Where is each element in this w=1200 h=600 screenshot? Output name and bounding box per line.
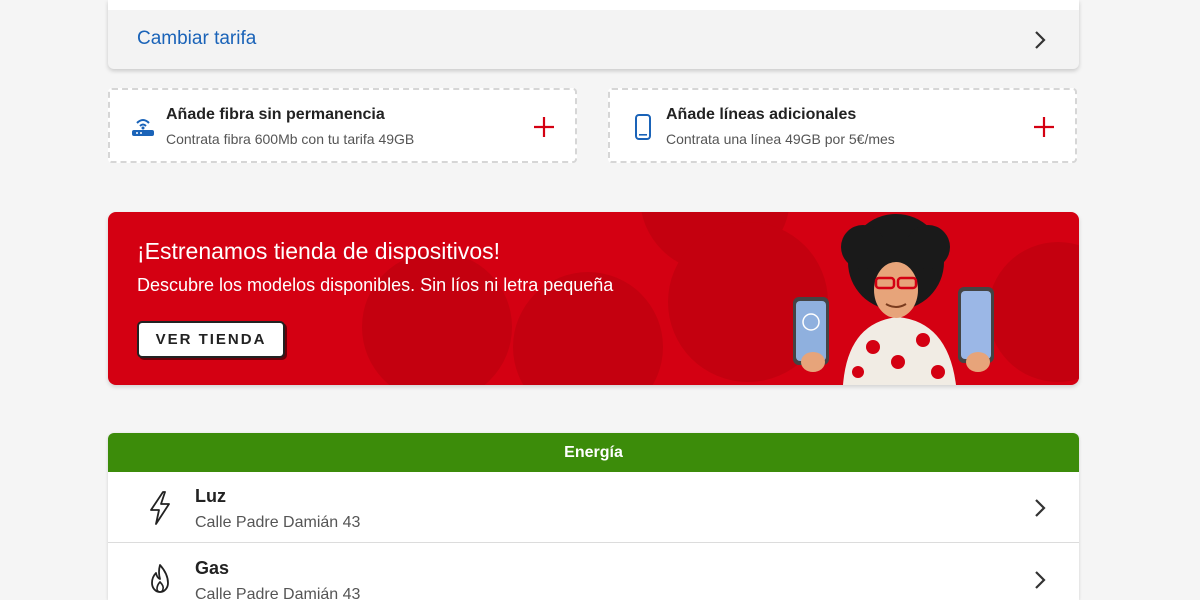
add-fiber-title: Añade fibra sin permanencia — [166, 106, 385, 123]
row-address: Calle Padre Damián 43 — [195, 586, 361, 600]
banner-title: ¡Estrenamos tienda de dispositivos! — [137, 238, 501, 264]
energy-header: Energía — [108, 433, 1079, 472]
add-lines-subtitle: Contrata una línea 49GB por 5€/mes — [666, 131, 895, 147]
lightning-icon — [146, 490, 174, 526]
add-fiber-card[interactable]: Añade fibra sin permanencia Contrata fib… — [108, 88, 577, 163]
phone-icon — [630, 114, 656, 140]
add-lines-title: Añade líneas adicionales — [666, 106, 857, 123]
change-plan-link[interactable]: Cambiar tarifa — [137, 28, 256, 50]
row-title: Gas — [195, 558, 230, 578]
character-with-phones-illustration — [793, 214, 994, 385]
add-lines-card[interactable]: Añade líneas adicionales Contrata una lí… — [608, 88, 1077, 163]
card-top-strip — [108, 0, 1079, 10]
plus-icon[interactable] — [533, 116, 555, 138]
router-icon — [130, 114, 156, 140]
banner-subtitle: Descubre los modelos disponibles. Sin lí… — [137, 275, 614, 295]
row-divider — [108, 542, 1079, 543]
energy-row-electricity[interactable]: Luz Calle Padre Damián 43 — [108, 472, 1079, 543]
energy-row-gas[interactable]: Gas Calle Padre Damián 43 — [108, 544, 1079, 600]
banner-decor — [362, 252, 512, 385]
view-store-button[interactable]: VER TIENDA — [137, 321, 285, 358]
row-address: Calle Padre Damián 43 — [195, 514, 361, 531]
energy-section: Energía Luz Calle Padre Damián 43 Gas Ca… — [108, 433, 1079, 600]
chevron-right-icon — [1033, 30, 1047, 50]
row-title: Luz — [195, 486, 226, 506]
chevron-right-icon — [1033, 498, 1047, 518]
flame-icon — [146, 562, 174, 598]
device-store-banner: ¡Estrenamos tienda de dispositivos! Desc… — [108, 212, 1079, 385]
chevron-right-icon — [1033, 570, 1047, 590]
add-fiber-subtitle: Contrata fibra 600Mb con tu tarifa 49GB — [166, 131, 415, 147]
plus-icon[interactable] — [1033, 116, 1055, 138]
change-plan-card[interactable]: Cambiar tarifa — [108, 0, 1079, 69]
